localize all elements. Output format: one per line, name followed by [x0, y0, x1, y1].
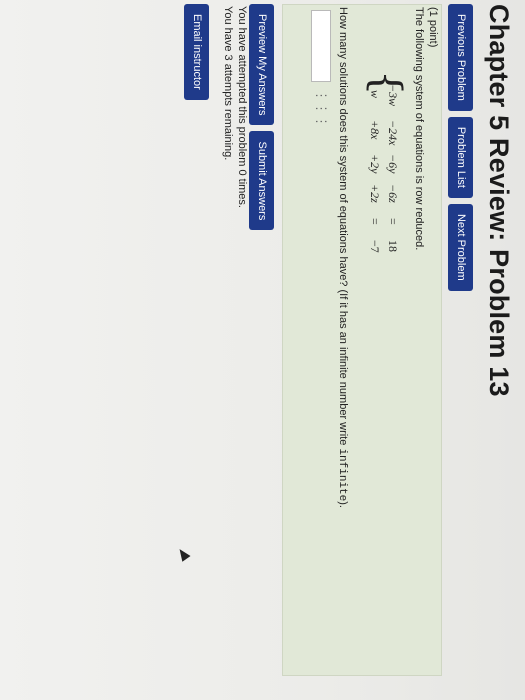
- problem-intro: The following system of equations is row…: [413, 7, 425, 251]
- problem-page: Chapter 5 Review: Problem 13 Previous Pr…: [9, 4, 514, 694]
- attempts-made-text: You have attempted this problem 0 times.: [236, 6, 248, 208]
- question-keyword: infinite: [336, 448, 348, 502]
- question-suffix: ).: [337, 501, 349, 508]
- question-prefix: How many solutions does this system of e…: [337, 7, 349, 449]
- answer-input[interactable]: [311, 10, 331, 82]
- next-problem-button[interactable]: Next Problem: [448, 203, 473, 291]
- problem-nav: Previous Problem Problem List Next Probl…: [448, 4, 473, 291]
- eq1-term-y: −6y: [386, 154, 400, 174]
- problem-list-button[interactable]: Problem List: [448, 116, 473, 198]
- eq2-rhs: −7: [368, 240, 382, 253]
- email-instructor-wrap: Email instructor: [184, 4, 209, 100]
- submit-answers-button[interactable]: Submit Answers: [249, 131, 274, 231]
- eq2-term-x: +8x: [368, 120, 382, 140]
- answer-actions: Preview My Answers Submit Answers: [249, 4, 274, 231]
- grid-icon[interactable]: ⋮⋮⋮: [313, 89, 329, 128]
- eq2-term-w: w: [368, 90, 382, 99]
- points-label: (1 point): [427, 7, 439, 48]
- eq2-term-y: +2y: [368, 154, 382, 174]
- attempts-remaining-text: You have 3 attempts remaining.: [222, 6, 234, 161]
- page-title: Chapter 5 Review: Problem 13: [484, 4, 514, 397]
- eq1-term-x: −24x: [386, 120, 400, 146]
- eq1-equals: =: [386, 218, 400, 225]
- eq2-term-z: +2z: [368, 184, 382, 203]
- eq1-term-z: −6z: [386, 184, 400, 203]
- email-instructor-button[interactable]: Email instructor: [184, 4, 209, 100]
- question-text: How many solutions does this system of e…: [336, 7, 349, 508]
- equation-system: { −3w −24x −6y −6z = 18 w +8x +2y +2z = …: [362, 70, 409, 270]
- screen: Chapter 5 Review: Problem 13 Previous Pr…: [0, 0, 525, 700]
- previous-problem-button[interactable]: Previous Problem: [448, 4, 473, 111]
- problem-panel: (1 point) The following system of equati…: [282, 4, 442, 676]
- eq2-equals: =: [368, 218, 382, 225]
- preview-answers-button[interactable]: Preview My Answers: [249, 4, 274, 126]
- eq1-rhs: 18: [386, 240, 400, 252]
- eq1-term-w: −3w: [386, 84, 400, 107]
